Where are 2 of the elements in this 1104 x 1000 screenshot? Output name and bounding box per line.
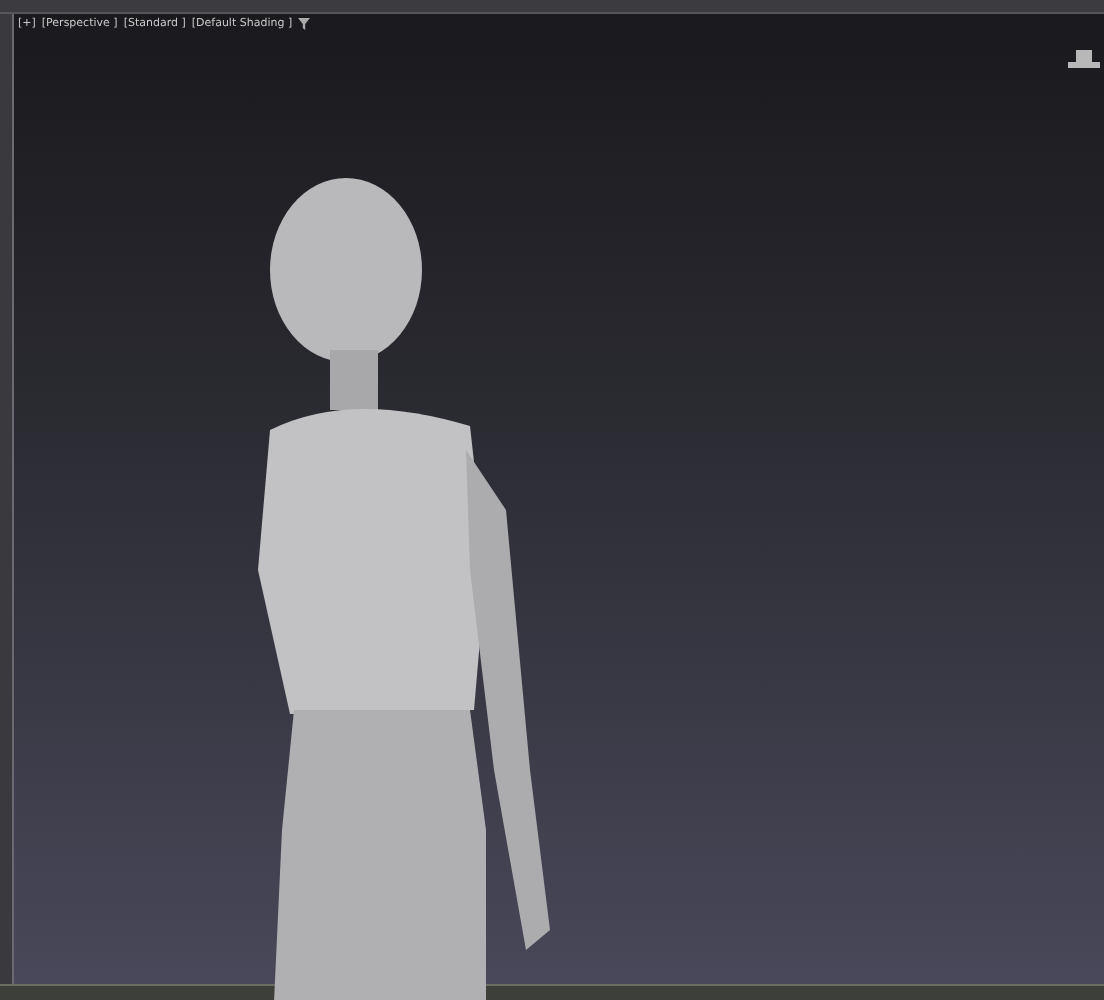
view-cube-icon[interactable] bbox=[1068, 50, 1100, 70]
filter-icon[interactable] bbox=[298, 18, 311, 30]
